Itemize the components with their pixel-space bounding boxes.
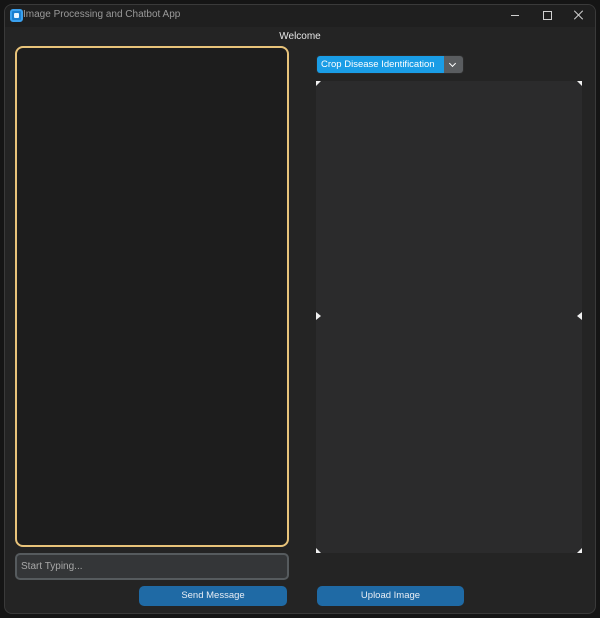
image-display-area <box>316 81 582 553</box>
chevron-down-icon[interactable] <box>444 56 463 73</box>
close-button[interactable] <box>563 5 595 27</box>
send-message-button[interactable]: Send Message <box>139 586 287 606</box>
corner-marker-icon <box>577 81 582 86</box>
corner-marker-icon <box>316 81 321 86</box>
edge-marker-icon <box>577 312 582 320</box>
mode-dropdown-value[interactable]: Crop Disease Identification <box>317 56 444 73</box>
chat-message-input[interactable] <box>15 553 289 580</box>
chat-history-panel[interactable] <box>15 46 289 547</box>
edge-marker-icon <box>316 312 321 320</box>
app-icon <box>10 9 23 22</box>
window-title: Image Processing and Chatbot App <box>23 9 181 20</box>
title-bar[interactable]: Image Processing and Chatbot App <box>5 5 595 27</box>
minimize-icon <box>511 15 519 16</box>
mode-dropdown[interactable]: Crop Disease Identification <box>316 55 464 74</box>
corner-marker-icon <box>577 548 582 553</box>
maximize-button[interactable] <box>531 5 563 27</box>
app-window: Image Processing and Chatbot App Welcome… <box>4 4 596 614</box>
welcome-label: Welcome <box>279 31 321 42</box>
close-icon <box>574 10 584 20</box>
maximize-icon <box>543 11 552 20</box>
minimize-button[interactable] <box>499 5 531 27</box>
upload-image-button[interactable]: Upload Image <box>317 586 464 606</box>
corner-marker-icon <box>316 548 321 553</box>
